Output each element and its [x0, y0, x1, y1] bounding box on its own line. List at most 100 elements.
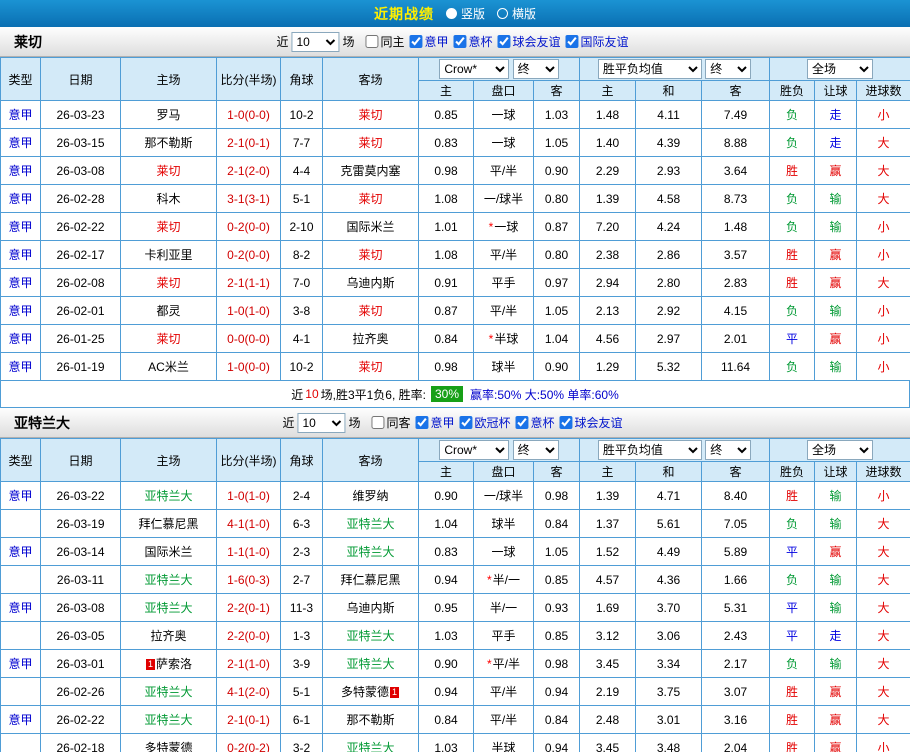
home-team-cell[interactable]: 拜仁慕尼黑	[120, 509, 217, 538]
scope-select[interactable]: 全场	[807, 59, 874, 79]
europe-final-select[interactable]: 终	[705, 59, 752, 79]
home-team-cell[interactable]: 科木	[120, 184, 217, 213]
filter-checkbox[interactable]: 球会友谊	[559, 414, 623, 431]
home-team-cell[interactable]: 多特蒙德	[120, 733, 217, 752]
match-score[interactable]: 2-1(0-1)	[216, 705, 281, 734]
match-score[interactable]: 1-0(0-0)	[216, 352, 281, 381]
odds-final-select[interactable]: 终	[512, 440, 559, 460]
match-score[interactable]: 2-1(2-0)	[216, 156, 281, 185]
filter-checkbox-input[interactable]	[565, 35, 579, 48]
away-team-cell[interactable]: 乌迪内斯	[322, 593, 419, 622]
filter-checkbox[interactable]: 球会友谊	[497, 33, 561, 50]
match-score[interactable]: 2-1(0-1)	[216, 128, 281, 157]
home-team-cell[interactable]: 都灵	[120, 296, 217, 325]
odds-company-select[interactable]: Crow*	[439, 440, 510, 460]
filter-checkbox-input[interactable]	[497, 35, 511, 48]
away-team-cell[interactable]: 莱切	[322, 184, 419, 213]
filter-checkbox[interactable]: 欧冠杯	[459, 414, 511, 431]
match-score[interactable]: 2-2(0-0)	[216, 621, 281, 650]
europe-odds-select[interactable]: 胜平负均值	[597, 59, 702, 79]
away-team-cell[interactable]: 维罗纳	[322, 481, 419, 510]
filter-checkbox[interactable]: 意甲	[415, 414, 455, 431]
away-team-cell[interactable]: 拜仁慕尼黑	[322, 565, 419, 594]
away-team-cell[interactable]: 乌迪内斯	[322, 268, 419, 297]
home-team-cell[interactable]: 国际米兰	[120, 537, 217, 566]
europe-final-select[interactable]: 终	[705, 440, 752, 460]
away-team-cell[interactable]: 拉齐奥	[322, 324, 419, 353]
away-team-cell[interactable]: 国际米兰	[322, 212, 419, 241]
odds-company-select[interactable]: Crow*	[439, 59, 510, 79]
away-team-cell[interactable]: 亚特兰大	[322, 649, 419, 678]
europe-odds-select[interactable]: 胜平负均值	[597, 440, 702, 460]
home-team-cell[interactable]: 亚特兰大	[120, 593, 217, 622]
match-score[interactable]: 1-6(0-3)	[216, 565, 281, 594]
away-team-cell[interactable]: 那不勒斯	[322, 705, 419, 734]
home-team-cell[interactable]: 卡利亚里	[120, 240, 217, 269]
match-score[interactable]: 1-0(1-0)	[216, 296, 281, 325]
home-team-cell[interactable]: 亚特兰大	[120, 677, 217, 706]
match-score[interactable]: 1-0(0-0)	[216, 100, 281, 129]
filter-checkbox-input[interactable]	[515, 416, 529, 429]
away-team-cell[interactable]: 莱切	[322, 128, 419, 157]
away-team-cell[interactable]: 莱切	[322, 240, 419, 269]
away-team-cell[interactable]: 亚特兰大	[322, 733, 419, 752]
home-team-cell[interactable]: 那不勒斯	[120, 128, 217, 157]
away-team-cell[interactable]: 亚特兰大	[322, 621, 419, 650]
filter-checkbox[interactable]: 意杯	[453, 33, 493, 50]
match-score[interactable]: 0-2(0-2)	[216, 733, 281, 752]
home-team-cell[interactable]: 罗马	[120, 100, 217, 129]
home-team-cell[interactable]: 莱切	[120, 268, 217, 297]
filter-checkbox[interactable]: 意甲	[409, 33, 449, 50]
home-team-cell[interactable]: 1 萨索洛	[120, 649, 217, 678]
home-team-cell[interactable]: 拉齐奥	[120, 621, 217, 650]
match-score[interactable]: 3-1(3-1)	[216, 184, 281, 213]
odds-final-select[interactable]: 终	[512, 59, 559, 79]
home-team-cell[interactable]: 亚特兰大	[120, 481, 217, 510]
home-team-cell[interactable]: 亚特兰大	[120, 705, 217, 734]
filter-checkbox-input[interactable]	[371, 416, 385, 429]
away-team-name: 国际米兰	[346, 220, 395, 234]
match-score[interactable]: 0-2(0-0)	[216, 212, 281, 241]
match-score[interactable]: 1-1(1-0)	[216, 537, 281, 566]
filter-checkbox[interactable]: 同主	[365, 33, 404, 50]
away-team-cell[interactable]: 亚特兰大	[322, 509, 419, 538]
corner-score: 6-3	[280, 509, 323, 538]
away-team-cell[interactable]: 莱切	[322, 352, 419, 381]
filter-checkbox[interactable]: 国际友谊	[565, 33, 629, 50]
europe-home-odds: 2.48	[579, 705, 637, 734]
match-count-select[interactable]: 10	[297, 412, 346, 433]
home-team-cell[interactable]: 莱切	[120, 324, 217, 353]
match-score[interactable]: 0-0(0-0)	[216, 324, 281, 353]
away-team-cell[interactable]: 莱切	[322, 100, 419, 129]
match-score[interactable]: 4-1(2-0)	[216, 677, 281, 706]
home-team-cell[interactable]: 莱切	[120, 156, 217, 185]
filter-checkbox-input[interactable]	[409, 35, 423, 48]
result-goals: 小	[856, 733, 910, 752]
europe-draw-odds: 4.71	[635, 481, 703, 510]
filter-checkbox-input[interactable]	[415, 416, 429, 429]
filter-checkbox[interactable]: 意杯	[515, 414, 555, 431]
away-team-cell[interactable]: 克雷莫内塞	[322, 156, 419, 185]
layout-radio-horizontal[interactable]: 横版	[497, 5, 536, 22]
filter-checkbox-input[interactable]	[459, 416, 473, 429]
match-count-select[interactable]: 10	[291, 31, 340, 52]
match-score[interactable]: 0-2(0-0)	[216, 240, 281, 269]
filter-checkbox-input[interactable]	[453, 35, 467, 48]
away-team-cell[interactable]: 莱切	[322, 296, 419, 325]
home-team-cell[interactable]: AC米兰	[120, 352, 217, 381]
layout-radio-vertical[interactable]: 竖版	[445, 5, 485, 22]
match-score[interactable]: 4-1(1-0)	[216, 509, 281, 538]
home-team-cell[interactable]: 亚特兰大	[120, 565, 217, 594]
away-team-cell[interactable]: 多特蒙德 1	[322, 677, 419, 706]
away-team-cell[interactable]: 亚特兰大	[322, 537, 419, 566]
match-score[interactable]: 2-2(0-1)	[216, 593, 281, 622]
home-team-cell[interactable]: 莱切	[120, 212, 217, 241]
scope-select[interactable]: 全场	[807, 440, 874, 460]
match-score[interactable]: 1-0(1-0)	[216, 481, 281, 510]
result-win-draw-loss: 胜	[769, 481, 816, 510]
filter-checkbox-input[interactable]	[365, 35, 379, 48]
filter-checkbox-input[interactable]	[559, 416, 573, 429]
match-score[interactable]: 2-1(1-0)	[216, 649, 281, 678]
filter-checkbox[interactable]: 同客	[371, 414, 410, 431]
match-score[interactable]: 2-1(1-1)	[216, 268, 281, 297]
